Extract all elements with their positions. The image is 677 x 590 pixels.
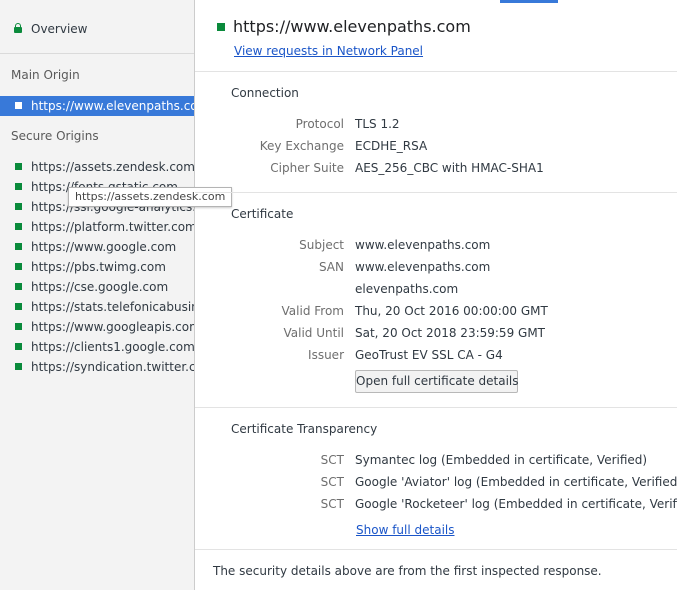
sidebar-item-overview[interactable]: Overview	[0, 19, 194, 39]
cipher-suite-value: AES_256_CBC with HMAC-SHA1	[355, 161, 544, 175]
lock-icon	[14, 23, 22, 33]
active-tab-indicator	[500, 0, 558, 3]
sidebar-item-label: https://www.googleapis.com	[31, 320, 194, 334]
divider	[195, 549, 677, 550]
sct-value: Google 'Aviator' log (Embedded in certif…	[355, 475, 677, 489]
san-value: elevenpaths.com	[355, 282, 459, 296]
secure-square-icon	[15, 263, 22, 270]
valid-from-value: Thu, 20 Oct 2016 00:00:00 GMT	[355, 304, 548, 318]
secure-square-icon	[15, 203, 22, 210]
transparency-section-title: Certificate Transparency	[231, 422, 378, 436]
sidebar-item-label: Overview	[31, 22, 88, 36]
secure-origins-heading: Secure Origins	[11, 129, 99, 143]
sct-value: Symantec log (Embedded in certificate, V…	[355, 453, 648, 467]
secure-square-icon	[15, 243, 22, 250]
sidebar-item-origin[interactable]: https://cse.google.com	[0, 277, 194, 297]
divider	[195, 192, 677, 193]
secure-square-icon	[15, 102, 22, 109]
divider	[195, 71, 677, 72]
secure-square-icon	[15, 363, 22, 370]
secure-square-icon	[15, 283, 22, 290]
san-value: www.elevenpaths.com	[355, 260, 491, 274]
connection-section-title: Connection	[231, 86, 299, 100]
sidebar-item-label: https://assets.zendesk.com	[31, 160, 194, 174]
secure-square-icon	[15, 163, 22, 170]
secure-square-icon	[15, 343, 22, 350]
secure-square-icon	[15, 223, 22, 230]
sidebar-item-origin[interactable]: https://platform.twitter.com	[0, 217, 194, 237]
sct-label: SCT	[320, 453, 344, 467]
show-full-details-link[interactable]: Show full details	[356, 523, 454, 537]
divider	[195, 407, 677, 408]
key-exchange-label: Key Exchange	[259, 139, 344, 153]
open-certificate-button[interactable]: Open full certificate details	[355, 370, 519, 393]
sct-value: Google 'Rocketeer' log (Embedded in cert…	[355, 497, 677, 511]
sidebar-item-label: https://platform.twitter.com	[31, 220, 194, 234]
sct-label: SCT	[320, 497, 344, 511]
origins-sidebar: Overview Main Origin https://www.elevenp…	[0, 0, 233, 590]
divider	[0, 53, 194, 54]
sidebar-item-origin[interactable]: https://assets.zendesk.com	[0, 157, 194, 177]
certificate-section-title: Certificate	[231, 207, 294, 221]
footer-note: The security details above are from the …	[213, 564, 602, 578]
sidebar-item-origin[interactable]: https://www.googleapis.com	[0, 317, 194, 337]
secure-square-icon	[217, 23, 225, 31]
valid-until-value: Sat, 20 Oct 2018 23:59:59 GMT	[355, 326, 545, 340]
sidebar-item-origin[interactable]: https://www.google.com	[0, 237, 194, 257]
issuer-label: Issuer	[308, 348, 344, 362]
cipher-suite-label: Cipher Suite	[270, 161, 344, 175]
sidebar-item-origin[interactable]: https://syndication.twitter.com	[0, 357, 194, 377]
secure-square-icon	[15, 183, 22, 190]
sidebar-item-label: https://www.elevenpaths.com	[31, 99, 194, 113]
key-exchange-value: ECDHE_RSA	[355, 139, 428, 153]
subject-value: www.elevenpaths.com	[355, 238, 491, 252]
sidebar-item-main-origin[interactable]: https://www.elevenpaths.com	[0, 96, 194, 116]
protocol-value: TLS 1.2	[355, 117, 400, 131]
sidebar-item-origin[interactable]: https://pbs.twimg.com	[0, 257, 194, 277]
sct-label: SCT	[320, 475, 344, 489]
origin-title: https://www.elevenpaths.com	[233, 17, 471, 36]
san-label: SAN	[318, 260, 344, 274]
sidebar-item-label: https://stats.telefonicabusiness	[31, 300, 194, 314]
sidebar-item-label: https://pbs.twimg.com	[31, 260, 166, 274]
valid-until-label: Valid Until	[283, 326, 345, 340]
sidebar-item-origin[interactable]: https://stats.telefonicabusiness	[0, 297, 194, 317]
main-origin-heading: Main Origin	[11, 68, 80, 82]
sidebar-item-label: https://clients1.google.com	[31, 340, 194, 354]
sidebar-item-label: https://syndication.twitter.com	[31, 360, 194, 374]
subject-label: Subject	[299, 238, 344, 252]
protocol-label: Protocol	[295, 117, 344, 131]
sidebar-item-label: https://www.google.com	[31, 240, 177, 254]
secure-square-icon	[15, 303, 22, 310]
valid-from-label: Valid From	[281, 304, 344, 318]
secure-square-icon	[15, 323, 22, 330]
sidebar-item-label: https://cse.google.com	[31, 280, 169, 294]
sidebar-item-origin[interactable]: https://clients1.google.com	[0, 337, 194, 357]
issuer-value: GeoTrust EV SSL CA - G4	[355, 348, 503, 362]
security-details-panel: https://www.elevenpaths.com View request…	[195, 0, 677, 590]
view-network-requests-link[interactable]: View requests in Network Panel	[234, 44, 423, 58]
